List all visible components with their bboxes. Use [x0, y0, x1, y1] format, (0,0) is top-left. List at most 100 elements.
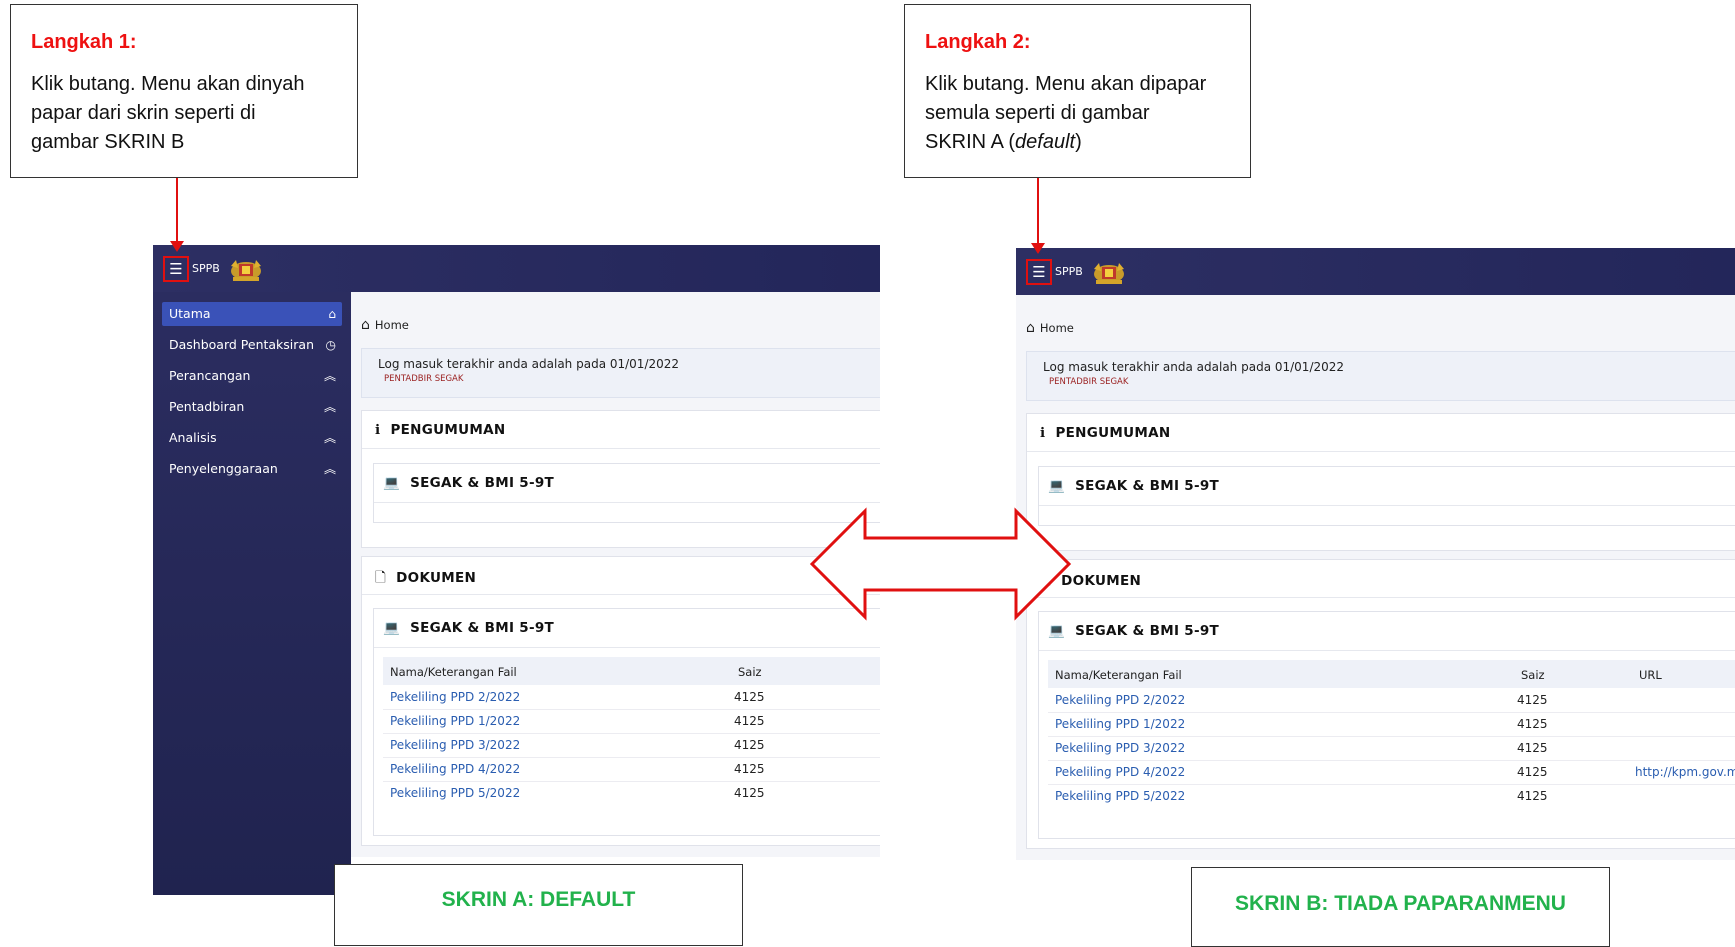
divider: [1039, 650, 1735, 651]
column-header-name: Nama/Keterangan Fail: [1055, 668, 1182, 682]
file-link[interactable]: Pekeliling PPD 4/2022: [390, 762, 520, 776]
step2-line3-prefix: SKRIN A (: [925, 131, 1016, 153]
dokumen-title: 🗋 DOKUMEN: [1040, 571, 1141, 594]
sidebar-item-dashboard-pentaksiran[interactable]: Dashboard Pentaksiran ◷: [162, 333, 342, 357]
file-size: 4125: [734, 738, 765, 752]
document-icon: 🗋: [1040, 573, 1052, 589]
table-row: Pekeliling PPD 5/2022 4125: [1048, 784, 1735, 808]
role-badge: PENTADBIR SEGAK: [384, 374, 464, 384]
chevron-up-icon: ︽: [323, 431, 336, 445]
step1-title: Langkah 1:: [31, 31, 137, 53]
breadcrumb[interactable]: ⌂ Home: [361, 317, 409, 333]
divider: [362, 594, 880, 595]
file-size: 4125: [734, 786, 765, 800]
column-header-size: Saiz: [1521, 668, 1545, 682]
file-size: 4125: [1517, 765, 1548, 779]
step2-line3-suffix: ): [1075, 131, 1082, 153]
sidebar-item-pentadbiran[interactable]: Pentadbiran ︽: [162, 395, 342, 419]
file-link[interactable]: Pekeliling PPD 5/2022: [1055, 789, 1185, 803]
file-link[interactable]: Pekeliling PPD 3/2022: [390, 738, 520, 752]
dokumen-subcard: 💻 SEGAK & BMI 5-9T Nama/Keterangan Fail S…: [373, 608, 880, 836]
top-navbar: ☰ SPPB: [1016, 248, 1735, 295]
last-login-panel: Log masuk terakhir anda adalah pada 01/0…: [361, 348, 880, 398]
table-row: Pekeliling PPD 2/2022 4125: [383, 685, 880, 710]
file-link[interactable]: Pekeliling PPD 2/2022: [390, 690, 520, 704]
divider: [374, 502, 880, 503]
table-header: Nama/Keterangan Fail Saiz: [383, 657, 880, 685]
file-url-link[interactable]: http://kpm.gov.m: [1635, 765, 1735, 779]
subcard-title: 💻 SEGAK & BMI 5-9T: [383, 475, 554, 491]
app-brand: SPPB: [192, 262, 220, 275]
step1-line: papar dari skrin seperti di: [31, 102, 256, 124]
step2-line: SKRIN A (default): [925, 128, 1250, 157]
chevron-up-icon: ︽: [323, 369, 336, 383]
breadcrumb-home: Home: [374, 318, 409, 332]
table-row: Pekeliling PPD 3/2022 4125: [1048, 736, 1735, 761]
file-size: 4125: [734, 714, 765, 728]
sidebar-item-label: Utama: [169, 306, 211, 321]
column-header-name: Nama/Keterangan Fail: [390, 665, 517, 679]
pengumuman-title-text: PENGUMUMAN: [1055, 425, 1171, 441]
file-link[interactable]: Pekeliling PPD 1/2022: [390, 714, 520, 728]
pengumuman-subcard: 💻 SEGAK & BMI 5-9T: [373, 463, 880, 523]
divider: [1027, 597, 1735, 598]
last-login-text: Log masuk terakhir anda adalah pada 01/0…: [378, 357, 680, 371]
chevron-up-icon: ︽: [323, 400, 336, 414]
sidebar-item-perancangan[interactable]: Perancangan ︽: [162, 364, 342, 388]
pengumuman-title-text: PENGUMUMAN: [390, 422, 506, 438]
hamburger-icon: ☰: [1032, 262, 1046, 281]
sidebar-item-label: Dashboard Pentaksiran: [169, 337, 315, 352]
document-icon: 🗋: [375, 570, 387, 586]
table-row: Pekeliling PPD 1/2022 4125: [1048, 712, 1735, 737]
crest-logo: [1094, 263, 1124, 284]
home-icon: ⌂: [361, 317, 370, 333]
subcard-title-text: SEGAK & BMI 5-9T: [410, 620, 555, 636]
dokumen-title: 🗋 DOKUMEN: [375, 568, 476, 591]
file-link[interactable]: Pekeliling PPD 5/2022: [390, 786, 520, 800]
table-row: Pekeliling PPD 2/2022 4125: [1048, 688, 1735, 713]
sidebar-item-utama[interactable]: Utama ⌂: [162, 302, 342, 326]
step1-text: Klik butang. Menu akan dinyah papar dari…: [31, 70, 357, 157]
pengumuman-title: ℹ PENGUMUMAN: [375, 422, 505, 438]
subcard-title: 💻 SEGAK & BMI 5-9T: [1048, 623, 1219, 639]
sidebar-item-label: Analisis: [169, 430, 217, 445]
laptop-icon: 💻: [383, 620, 401, 636]
file-link[interactable]: Pekeliling PPD 2/2022: [1055, 693, 1185, 707]
file-link[interactable]: Pekeliling PPD 3/2022: [1055, 741, 1185, 755]
column-header-size: Saiz: [738, 665, 762, 679]
sidebar-item-label: Penyelenggaraan: [169, 461, 278, 476]
file-link[interactable]: Pekeliling PPD 1/2022: [1055, 717, 1185, 731]
main-content: ⌂ Home Log masuk terakhir anda adalah pad…: [351, 292, 880, 857]
last-login-panel: Log masuk terakhir anda adalah pada 01/0…: [1026, 351, 1735, 401]
file-size: 4125: [734, 690, 765, 704]
dashboard-icon: ◷: [325, 338, 336, 352]
file-size: 4125: [734, 762, 765, 776]
step2-line: Klik butang. Menu akan dipapar: [925, 73, 1207, 95]
subcard-title-text: SEGAK & BMI 5-9T: [1075, 478, 1220, 494]
sidebar-item-label: Perancangan: [169, 368, 251, 383]
step1-line: Klik butang. Menu akan dinyah: [31, 73, 305, 95]
subcard-title: 💻 SEGAK & BMI 5-9T: [383, 620, 554, 636]
file-size: 4125: [1517, 693, 1548, 707]
divider: [1039, 505, 1735, 506]
dokumen-title-text: DOKUMEN: [1061, 573, 1142, 589]
divider: [374, 647, 880, 648]
pengumuman-subcard: 💻 SEGAK & BMI 5-9T: [1038, 466, 1735, 526]
pengumuman-title: ℹ PENGUMUMAN: [1040, 425, 1170, 441]
step2-default-word: default: [1015, 131, 1076, 153]
subcard-title-text: SEGAK & BMI 5-9T: [1075, 623, 1220, 639]
pengumuman-card: ℹ PENGUMUMAN 💻 SEGAK & BMI 5-9T: [361, 410, 880, 548]
info-icon: ℹ: [1040, 425, 1046, 441]
menu-toggle-button[interactable]: ☰: [163, 256, 189, 282]
info-icon: ℹ: [375, 422, 381, 438]
menu-toggle-button[interactable]: ☰: [1026, 259, 1052, 285]
sidebar-item-penyelenggaraan[interactable]: Penyelenggaraan ︽: [162, 457, 342, 481]
file-link[interactable]: Pekeliling PPD 4/2022: [1055, 765, 1185, 779]
subcard-title-text: SEGAK & BMI 5-9T: [410, 475, 555, 491]
laptop-icon: 💻: [1048, 623, 1066, 639]
breadcrumb[interactable]: ⌂ Home: [1026, 320, 1074, 336]
table-row: Pekeliling PPD 1/2022 4125: [383, 709, 880, 734]
crest-logo: [231, 260, 261, 281]
sidebar-item-analisis[interactable]: Analisis ︽: [162, 426, 342, 450]
dokumen-card: 🗋 DOKUMEN 💻 SEGAK & BMI 5-9T Nama/Keterang…: [1026, 559, 1735, 849]
